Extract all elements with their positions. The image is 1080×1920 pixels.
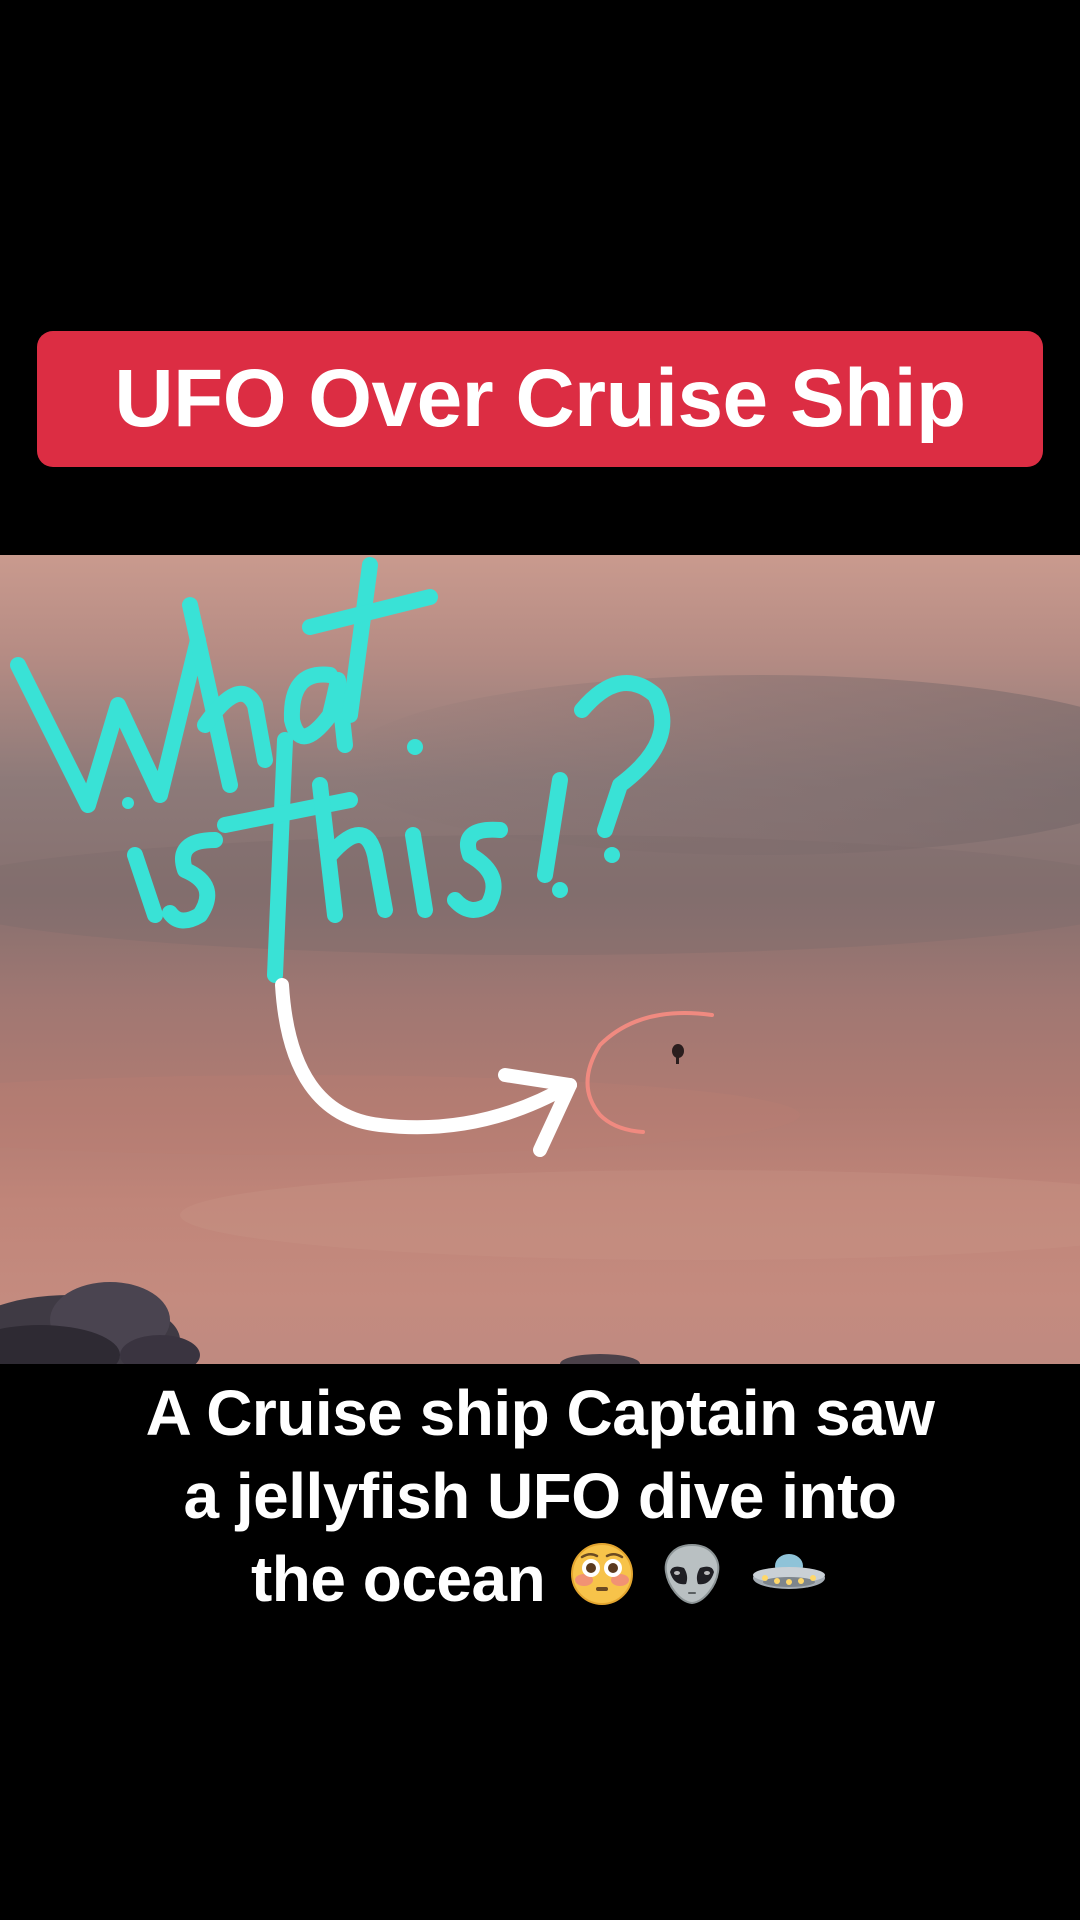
title-text: UFO Over Cruise Ship <box>114 353 966 444</box>
caption-line-3: the ocean <box>0 1538 1080 1626</box>
caption-line-1: A Cruise ship Captain saw <box>145 1377 935 1449</box>
flushed-face-icon <box>570 1542 634 1626</box>
caption-line-2: a jellyfish UFO dive into <box>183 1460 897 1532</box>
sky-scene <box>0 555 1080 1364</box>
caption-line-3-text: the ocean <box>250 1543 546 1615</box>
caption: A Cruise ship Captain saw a jellyfish UF… <box>0 1372 1080 1626</box>
alien-icon <box>660 1542 724 1626</box>
flying-saucer-icon <box>749 1542 829 1626</box>
title-banner: UFO Over Cruise Ship <box>37 331 1043 467</box>
video-frame[interactable] <box>0 555 1080 1364</box>
